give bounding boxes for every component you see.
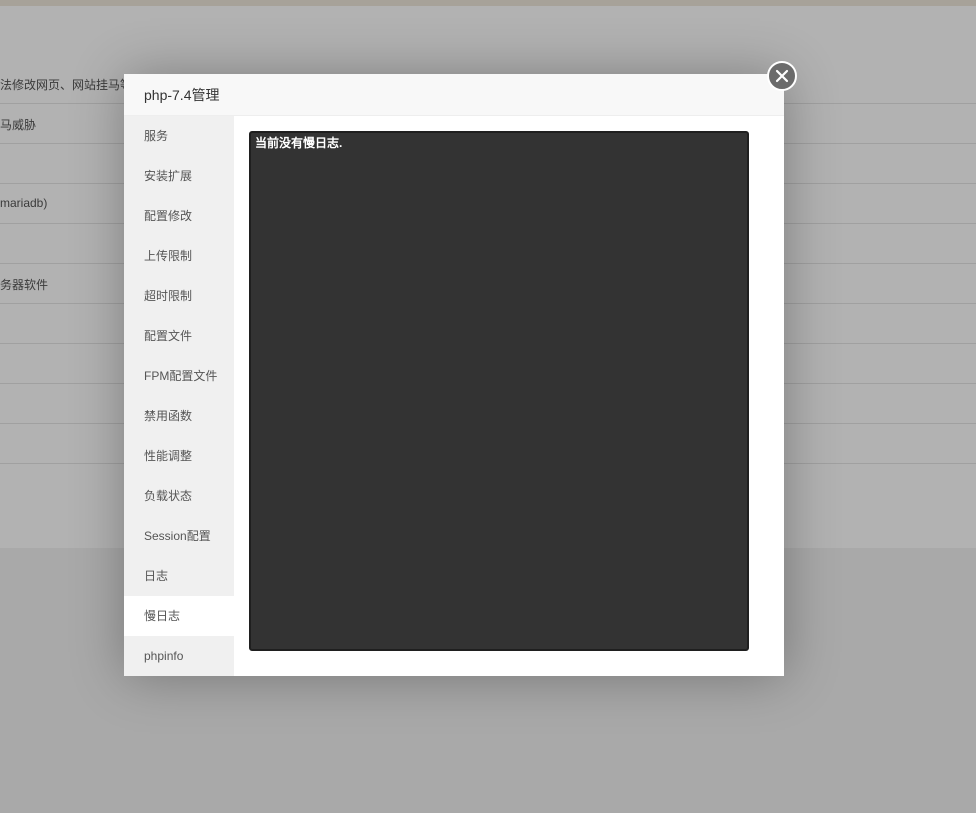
menu-item-timeout-limit[interactable]: 超时限制 (124, 276, 234, 316)
menu-item-slow-log[interactable]: 慢日志 (124, 596, 234, 636)
menu-item-logs[interactable]: 日志 (124, 556, 234, 596)
dialog-side-menu: 服务 安装扩展 配置修改 上传限制 超时限制 配置文件 FPM配置文件 禁用函数… (124, 116, 234, 676)
menu-item-disabled-functions[interactable]: 禁用函数 (124, 396, 234, 436)
menu-item-service[interactable]: 服务 (124, 116, 234, 156)
slow-log-output[interactable]: 当前没有慢日志. (249, 131, 749, 651)
close-icon (775, 69, 789, 83)
menu-item-fpm-config-file[interactable]: FPM配置文件 (124, 356, 234, 396)
close-button[interactable] (767, 61, 797, 91)
menu-item-load-status[interactable]: 负载状态 (124, 476, 234, 516)
menu-item-config-modify[interactable]: 配置修改 (124, 196, 234, 236)
menu-item-session-config[interactable]: Session配置 (124, 516, 234, 556)
menu-item-install-extensions[interactable]: 安装扩展 (124, 156, 234, 196)
menu-item-config-file[interactable]: 配置文件 (124, 316, 234, 356)
menu-item-performance-tuning[interactable]: 性能调整 (124, 436, 234, 476)
dialog-content: 当前没有慢日志. (234, 116, 784, 676)
php-manager-dialog: php-7.4管理 服务 安装扩展 配置修改 上传限制 超时限制 配置文件 FP… (124, 61, 797, 676)
dialog-title: php-7.4管理 (124, 74, 784, 116)
menu-item-upload-limit[interactable]: 上传限制 (124, 236, 234, 276)
menu-item-phpinfo[interactable]: phpinfo (124, 636, 234, 676)
